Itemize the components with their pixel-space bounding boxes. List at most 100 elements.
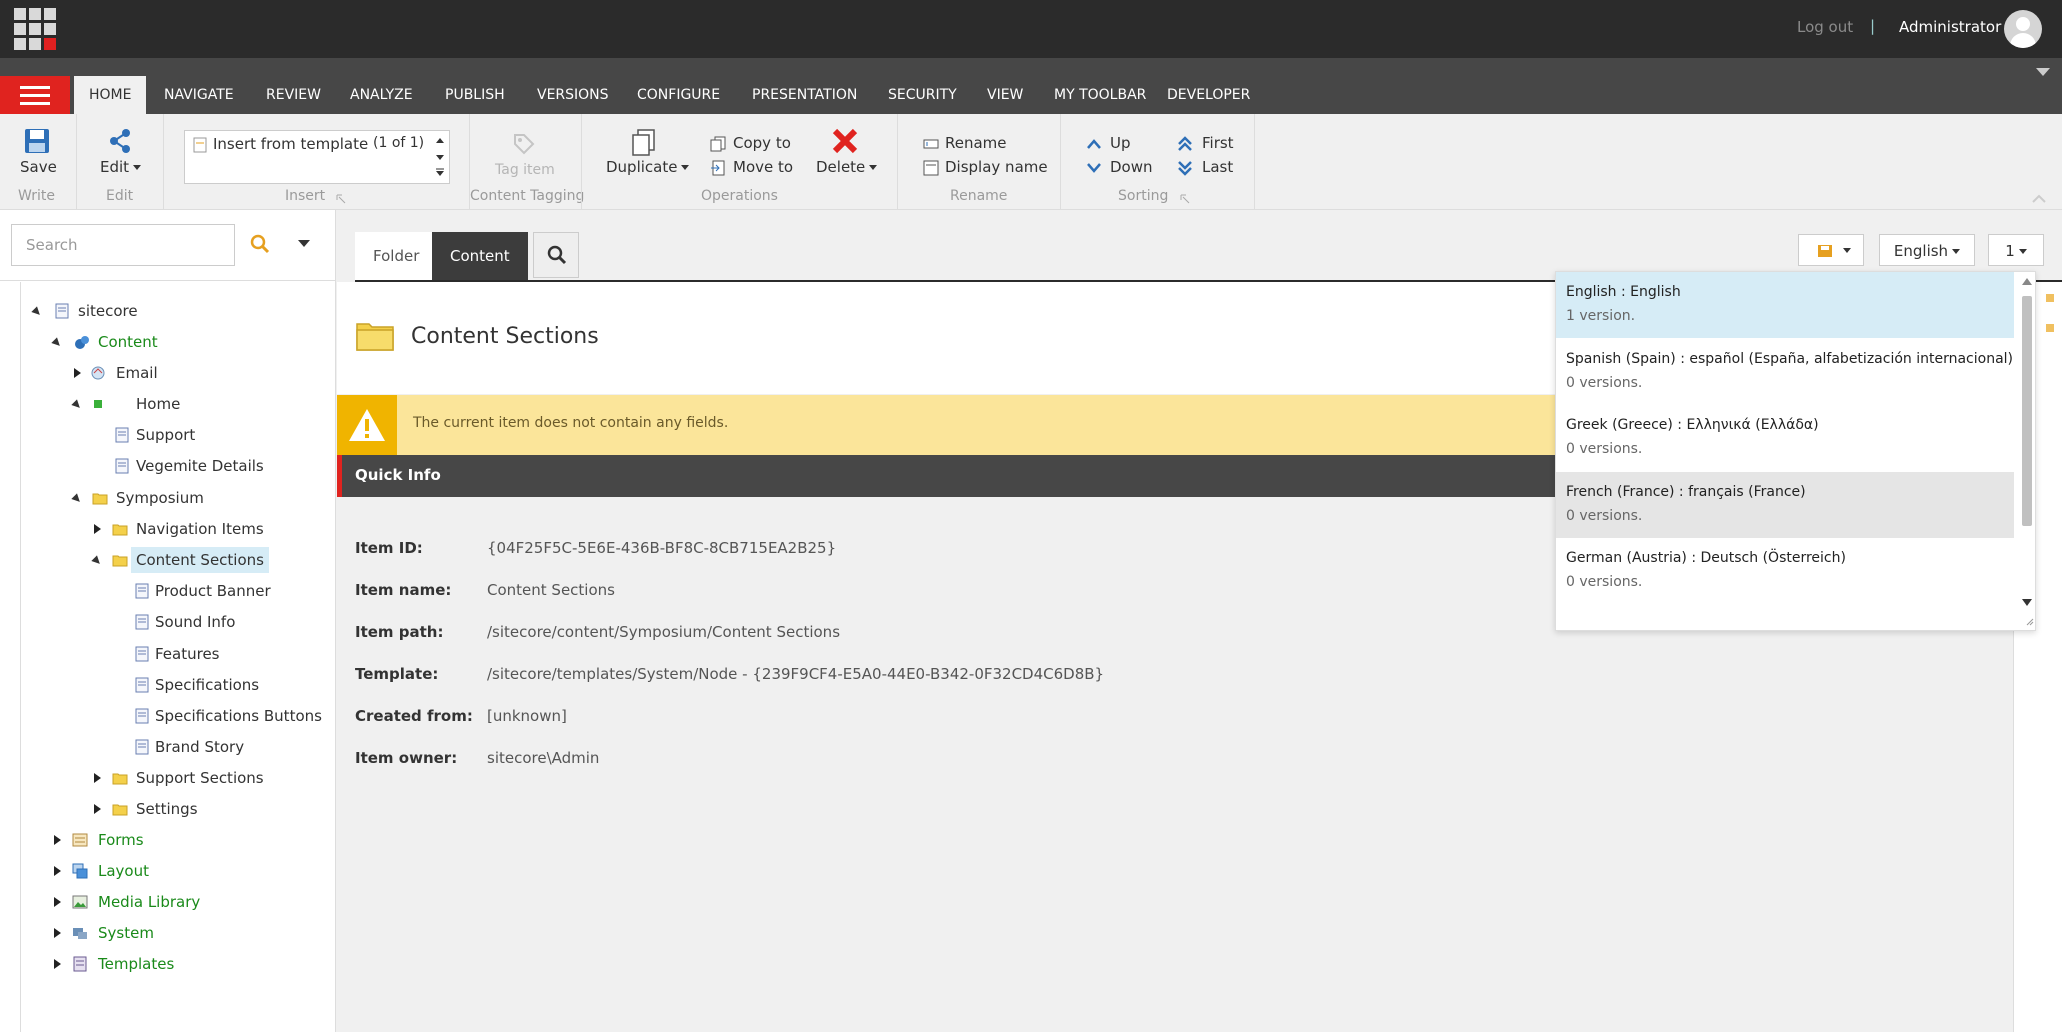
tree-node-support[interactable]: Support	[110, 422, 330, 448]
tab-home[interactable]: HOME	[74, 76, 147, 114]
save-button[interactable]: Save	[14, 128, 62, 178]
validation-marker[interactable]	[2046, 294, 2054, 302]
menu-icon[interactable]	[0, 76, 70, 114]
tree-node-media-library[interactable]: Media Library	[50, 889, 330, 915]
collapse-icon[interactable]	[71, 399, 83, 411]
avatar[interactable]	[2004, 10, 2042, 48]
expand-icon[interactable]	[94, 773, 101, 783]
expand-icon[interactable]	[94, 524, 101, 534]
save-icon	[25, 129, 49, 153]
tree-node-templates[interactable]: Templates	[50, 951, 330, 977]
tab-publish[interactable]: PUBLISH	[430, 76, 520, 114]
language-option-english[interactable]: English : English 1 version.	[1556, 272, 2014, 338]
template-link[interactable]: /sitecore/templates/System/Node - {239F9…	[487, 665, 1104, 683]
language-option-french[interactable]: French (France) : français (France) 0 ve…	[1556, 472, 2014, 538]
tab-content[interactable]: Content	[432, 232, 528, 280]
tree-node-features[interactable]: Features	[130, 641, 330, 667]
duplicate-button[interactable]: Duplicate	[604, 128, 690, 178]
collapse-icon[interactable]	[71, 493, 83, 505]
collapse-icon[interactable]	[91, 555, 103, 567]
tag-item-button[interactable]: Tag item	[495, 162, 555, 178]
chevron-up-icon[interactable]	[2032, 194, 2046, 204]
tree-node-label: Specifications Buttons	[155, 707, 322, 725]
language-option-spanish[interactable]: Spanish (Spain) : español (España, alfab…	[1556, 339, 2014, 405]
save-options-button[interactable]	[1798, 234, 1864, 266]
expand-icon[interactable]	[94, 804, 101, 814]
tab-analyze[interactable]: ANALYZE	[335, 76, 428, 114]
expand-icon[interactable]	[74, 368, 81, 378]
tab-security[interactable]: SECURITY	[873, 76, 972, 114]
expand-icon[interactable]	[54, 835, 61, 845]
tab-navigate[interactable]: NAVIGATE	[149, 76, 249, 114]
expand-icon[interactable]	[54, 928, 61, 938]
editor-search-button[interactable]	[533, 232, 579, 278]
tree-node-support-sections[interactable]: Support Sections	[90, 765, 330, 791]
rename-button[interactable]: Rename	[945, 134, 1007, 152]
sort-last-button[interactable]: Last	[1202, 158, 1233, 176]
tree-node-label: Vegemite Details	[136, 457, 264, 475]
copy-to-button[interactable]: Copy to	[733, 134, 791, 152]
tree-node-settings[interactable]: Settings	[90, 796, 330, 822]
insert-from-template-option[interactable]: Insert from template	[213, 135, 368, 153]
tree-node-content-sections[interactable]: Content Sections	[90, 547, 330, 573]
launchpad-grid-icon[interactable]	[14, 8, 56, 50]
tree-node-specifications[interactable]: Specifications	[130, 672, 330, 698]
tree-node-content[interactable]: Content	[50, 329, 330, 355]
validation-marker[interactable]	[2046, 324, 2054, 332]
language-option-german[interactable]: German (Austria) : Deutsch (Österreich) …	[1556, 538, 2014, 604]
language-selector-button[interactable]: English	[1879, 234, 1975, 266]
tree-node-navigation-items[interactable]: Navigation Items	[90, 516, 330, 542]
expand-group-icon[interactable]	[1180, 194, 1190, 204]
expand-icon[interactable]	[54, 866, 61, 876]
collapse-icon[interactable]	[31, 306, 43, 318]
scrollbar-thumb[interactable]	[2022, 296, 2032, 526]
tree-node-vegemite-details[interactable]: Vegemite Details	[110, 453, 330, 479]
tab-folder[interactable]: Folder	[355, 232, 438, 280]
tree-node-layout[interactable]: Layout	[50, 858, 330, 884]
sort-down-button[interactable]: Down	[1110, 158, 1153, 176]
tree-node-specifications-buttons[interactable]: Specifications Buttons	[130, 703, 330, 729]
tree-node-sitecore[interactable]: sitecore	[30, 298, 330, 324]
tab-presentation[interactable]: PRESENTATION	[737, 76, 872, 114]
insert-options-list[interactable]: Insert from template (1 of 1)	[184, 130, 450, 184]
tab-review[interactable]: REVIEW	[251, 76, 336, 114]
scroll-up-icon[interactable]	[2021, 276, 2033, 286]
language-option-greek[interactable]: Greek (Greece) : Ελληνικά (Ελλάδα) 0 ver…	[1556, 405, 2014, 471]
tree-node-home[interactable]: Home	[70, 391, 330, 417]
tab-configure[interactable]: CONFIGURE	[622, 76, 735, 114]
logout-link[interactable]: Log out	[1797, 18, 1853, 36]
dropdown-scrollbar[interactable]	[2018, 272, 2036, 630]
tab-versions[interactable]: VERSIONS	[522, 76, 624, 114]
delete-button[interactable]: Delete	[814, 128, 878, 178]
expand-group-icon[interactable]	[336, 194, 346, 204]
scroll-arrows-icon[interactable]	[435, 135, 445, 179]
collapse-icon[interactable]	[51, 337, 63, 349]
tree-node-brand-story[interactable]: Brand Story	[130, 734, 330, 760]
language-name: Greek (Greece) : Ελληνικά (Ελλάδα)	[1566, 417, 1819, 433]
resize-grip-icon[interactable]	[2024, 616, 2034, 626]
ribbon-collapse-icon[interactable]	[2036, 68, 2050, 76]
tab-my-toolbar[interactable]: MY TOOLBAR	[1039, 76, 1161, 114]
chevron-down-icon	[2018, 249, 2027, 254]
tree-node-email[interactable]: Email	[70, 360, 330, 386]
edit-button[interactable]: Edit	[98, 128, 144, 178]
tree-node-forms[interactable]: Forms	[50, 827, 330, 853]
sort-first-button[interactable]: First	[1202, 134, 1234, 152]
expand-icon[interactable]	[54, 897, 61, 907]
scroll-down-icon[interactable]	[2021, 598, 2033, 608]
tab-developer[interactable]: DEVELOPER	[1152, 76, 1265, 114]
version-selector-button[interactable]: 1	[1988, 234, 2044, 266]
tree-node-product-banner[interactable]: Product Banner	[130, 578, 330, 604]
move-to-button[interactable]: Move to	[733, 158, 793, 176]
tab-view[interactable]: VIEW	[972, 76, 1038, 114]
sort-up-button[interactable]: Up	[1110, 134, 1131, 152]
tree-node-system[interactable]: System	[50, 920, 330, 946]
search-options-chevron-icon[interactable]	[298, 240, 310, 247]
tree-node-sound-info[interactable]: Sound Info	[130, 609, 330, 635]
tree-node-symposium[interactable]: Symposium	[70, 485, 330, 511]
user-name[interactable]: Administrator	[1899, 18, 2001, 36]
search-icon[interactable]	[248, 232, 272, 256]
search-input[interactable]	[11, 224, 235, 266]
expand-icon[interactable]	[54, 959, 61, 969]
display-name-button[interactable]: Display name	[945, 158, 1048, 176]
